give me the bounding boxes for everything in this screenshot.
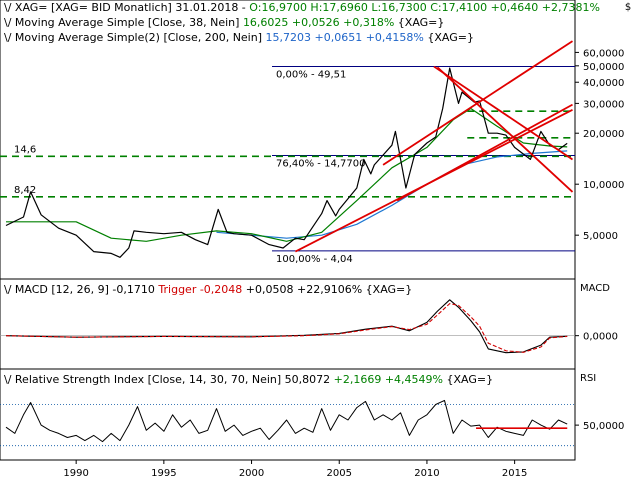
silver-price-chart: $ MACD RSI 5,0000 10,0000 20,0000 30,0000 40… xyxy=(0,0,631,479)
x-axis-tick-label: 2000 xyxy=(239,468,264,479)
fibonacci-level-label: 76,40% - 14,7700 xyxy=(276,159,365,170)
rsi-panel-frame xyxy=(0,368,576,461)
price-panel-frame xyxy=(0,0,576,280)
rsi-axis-tick-label: 50,0000 xyxy=(583,421,624,432)
price-axis-tick-label: 10,0000 xyxy=(583,180,624,191)
currency-symbol: $ xyxy=(625,2,631,13)
support-level-label: 14,6 xyxy=(14,144,36,155)
price-axis-tick-label: 60,0000 xyxy=(583,48,624,59)
price-axis-tick-label: 50,0000 xyxy=(583,62,624,73)
macd-axis-tick-label: 0,0000 xyxy=(583,332,618,343)
macd-trigger-line xyxy=(5,303,568,353)
price-axis-tick-label: 20,0000 xyxy=(583,129,624,140)
x-axis-tick-label: 2015 xyxy=(502,468,527,479)
macd-panel-frame xyxy=(0,278,576,370)
macd-line xyxy=(5,299,568,354)
x-axis-tick-label: 1995 xyxy=(151,468,176,479)
macd-panel-label: MACD xyxy=(580,283,610,294)
fibonacci-level-label: 100,00% - 4,04 xyxy=(276,254,353,265)
x-axis-tick-label: 2010 xyxy=(414,468,439,479)
fibonacci-level-label: 0,00% - 49,51 xyxy=(276,70,346,81)
x-axis-tick-label: 2005 xyxy=(327,468,352,479)
price-axis-tick-label: 5,0000 xyxy=(583,231,618,242)
price-axis-tick-label: 30,0000 xyxy=(583,99,624,110)
rsi-panel-label: RSI xyxy=(580,373,596,384)
rsi-line xyxy=(5,399,568,443)
price-axis-tick-label: 40,0000 xyxy=(583,78,624,89)
ma38-line xyxy=(6,107,568,242)
x-axis-tick-label: 1990 xyxy=(63,468,88,479)
ma200-line xyxy=(216,150,568,239)
support-level-label: 8,42 xyxy=(14,185,36,196)
trend-line xyxy=(382,40,574,166)
